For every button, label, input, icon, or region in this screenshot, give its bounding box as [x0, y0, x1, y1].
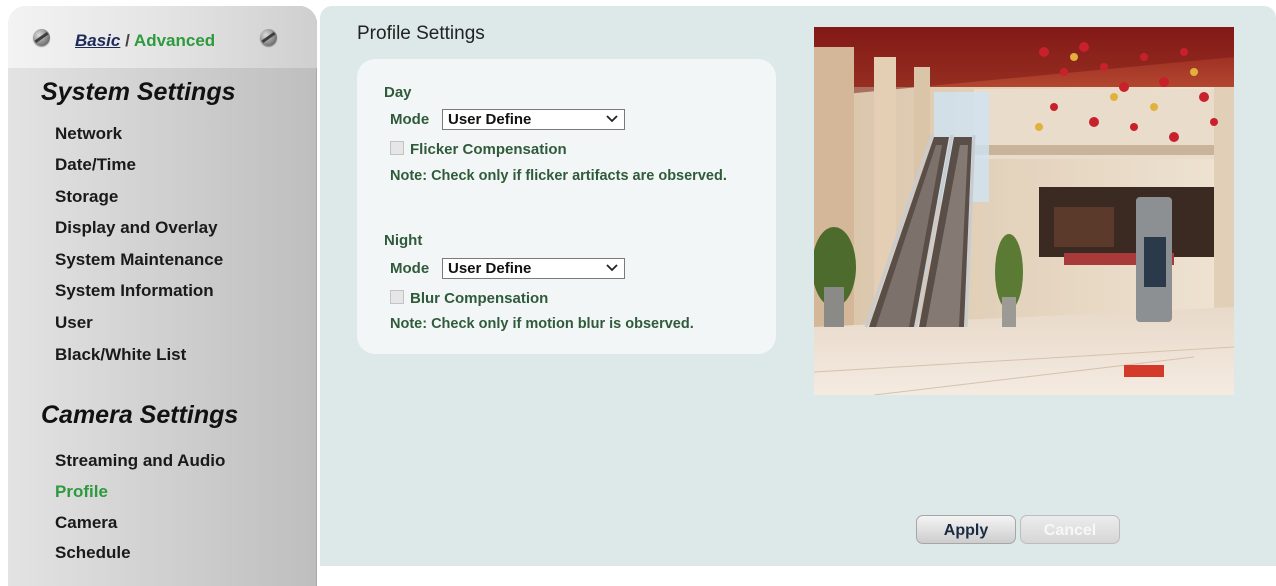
- chevron-down-icon: [606, 264, 618, 272]
- screw-icon: [33, 29, 50, 46]
- main-panel: Profile Settings Day Mode User Define Fl…: [320, 6, 1276, 566]
- basic-mode-link[interactable]: Basic: [75, 31, 120, 50]
- sidebar-item-system-information[interactable]: System Information: [55, 281, 214, 301]
- sidebar-item-date-time[interactable]: Date/Time: [55, 155, 136, 175]
- sidebar: Basic / Advanced System Settings Network…: [8, 6, 317, 586]
- blur-compensation-label: Blur Compensation: [410, 290, 549, 307]
- flicker-compensation-checkbox[interactable]: [390, 141, 404, 155]
- day-mode-value: User Define: [448, 111, 532, 128]
- night-note: Note: Check only if motion blur is obser…: [390, 316, 694, 332]
- sidebar-item-system-maintenance[interactable]: System Maintenance: [55, 250, 223, 270]
- sidebar-item-network[interactable]: Network: [55, 124, 122, 144]
- apply-button[interactable]: Apply: [916, 515, 1016, 544]
- day-section-title: Day: [384, 84, 412, 101]
- sidebar-item-display-overlay[interactable]: Display and Overlay: [55, 218, 218, 238]
- sidebar-item-profile[interactable]: Profile: [55, 482, 108, 502]
- sidebar-item-storage[interactable]: Storage: [55, 187, 118, 207]
- camera-preview-image: [814, 27, 1234, 395]
- sidebar-item-streaming-audio[interactable]: Streaming and Audio: [55, 451, 225, 471]
- cancel-button[interactable]: Cancel: [1020, 515, 1120, 544]
- chevron-down-icon: [606, 115, 618, 123]
- day-note: Note: Check only if flicker artifacts ar…: [390, 168, 727, 184]
- blur-compensation-checkbox[interactable]: [390, 290, 404, 304]
- mode-switch: Basic / Advanced: [75, 31, 215, 51]
- advanced-mode-link[interactable]: Advanced: [134, 31, 215, 50]
- night-mode-value: User Define: [448, 260, 532, 277]
- screw-icon: [260, 29, 277, 46]
- mall-scene-illustration: [814, 27, 1234, 395]
- night-section-title: Night: [384, 232, 423, 249]
- page-title: Profile Settings: [357, 23, 485, 44]
- mode-separator: /: [120, 31, 134, 50]
- day-mode-label: Mode: [390, 111, 430, 128]
- night-mode-select[interactable]: User Define: [442, 258, 625, 279]
- day-mode-select[interactable]: User Define: [442, 109, 625, 130]
- sidebar-item-camera[interactable]: Camera: [55, 513, 117, 533]
- night-mode-label: Mode: [390, 260, 430, 277]
- sidebar-item-black-white-list[interactable]: Black/White List: [55, 345, 186, 365]
- flicker-compensation-label: Flicker Compensation: [410, 141, 567, 158]
- sidebar-item-user[interactable]: User: [55, 313, 93, 333]
- camera-settings-title: Camera Settings: [41, 401, 239, 429]
- sidebar-item-schedule[interactable]: Schedule: [55, 543, 131, 563]
- system-settings-title: System Settings: [41, 78, 236, 106]
- profile-settings-card: Day Mode User Define Flicker Compensatio…: [357, 59, 776, 354]
